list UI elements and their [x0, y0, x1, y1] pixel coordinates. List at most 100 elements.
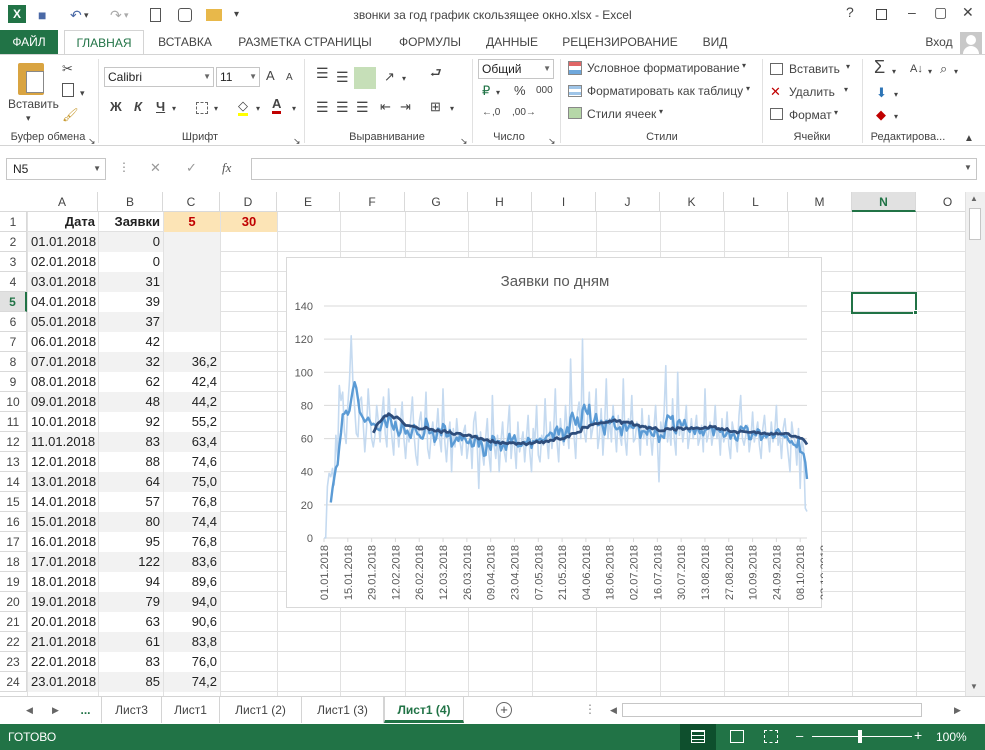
delete-cells-button[interactable]: Удалить	[789, 85, 835, 99]
sheet-tab-list1-2[interactable]: Лист1 (2)	[220, 697, 302, 723]
cell-a22[interactable]: 21.01.2018	[28, 632, 98, 652]
cell-c9[interactable]: 42,4	[164, 372, 220, 392]
minimize-button[interactable]: –	[908, 4, 916, 20]
cell-c10[interactable]: 44,2	[164, 392, 220, 412]
cancel-entry-icon[interactable]: ✕	[150, 160, 161, 176]
cell-b16[interactable]: 80	[99, 512, 163, 532]
column-header-f[interactable]: F	[340, 192, 405, 212]
cell-c6[interactable]	[164, 312, 220, 332]
column-header-l[interactable]: L	[724, 192, 788, 212]
hscroll-right-icon[interactable]: ▶	[954, 705, 961, 716]
row-header-1[interactable]: 1	[0, 212, 27, 232]
cell-b9[interactable]: 62	[99, 372, 163, 392]
paste-icon[interactable]	[18, 63, 44, 95]
decrease-decimal-icon[interactable]: ,00→	[512, 105, 536, 121]
underline-button[interactable]: Ч	[156, 99, 165, 115]
row-header-15[interactable]: 15	[0, 492, 27, 512]
percent-button[interactable]: %	[514, 83, 526, 99]
row-header-2[interactable]: 2	[0, 232, 27, 252]
cell-b20[interactable]: 79	[99, 592, 163, 612]
align-bottom-icon[interactable]	[354, 67, 376, 89]
cell-a9[interactable]: 08.01.2018	[28, 372, 98, 392]
column-header-k[interactable]: K	[660, 192, 724, 212]
cell-c3[interactable]	[164, 252, 220, 272]
cell-a11[interactable]: 10.01.2018	[28, 412, 98, 432]
cell-b19[interactable]: 94	[99, 572, 163, 592]
row-header-23[interactable]: 23	[0, 652, 27, 672]
name-box[interactable]: N5 ▼	[6, 158, 106, 180]
cell-c19[interactable]: 89,6	[164, 572, 220, 592]
fill-color-dropdown-icon[interactable]: ▾	[256, 101, 260, 117]
cell-a1[interactable]: Дата	[28, 212, 98, 232]
cell-c21[interactable]: 90,6	[164, 612, 220, 632]
fill-handle[interactable]	[913, 310, 918, 315]
fill-color-icon[interactable]: ◇	[238, 99, 248, 116]
row-header-6[interactable]: 6	[0, 312, 27, 332]
cell-c8[interactable]: 36,2	[164, 352, 220, 372]
cell-c2[interactable]	[164, 232, 220, 252]
page-layout-view-button[interactable]	[730, 730, 744, 743]
format-table-dropdown-icon[interactable]: ▾	[746, 84, 750, 93]
insert-cells-button[interactable]: Вставить	[789, 62, 840, 76]
expand-formula-bar-icon[interactable]: ▼	[964, 163, 972, 172]
column-header-n[interactable]: N	[852, 192, 916, 212]
cell-styles-icon[interactable]	[568, 107, 582, 119]
sheet-split-handle[interactable]: ⋮	[584, 702, 596, 716]
merge-dropdown-icon[interactable]: ▾	[450, 101, 454, 117]
row-header-11[interactable]: 11	[0, 412, 27, 432]
cell-b21[interactable]: 63	[99, 612, 163, 632]
column-header-e[interactable]: E	[277, 192, 340, 212]
cell-d1[interactable]: 30	[221, 212, 277, 232]
cell-b24[interactable]: 85	[99, 672, 163, 692]
cell-a8[interactable]: 07.01.2018	[28, 352, 98, 372]
insert-cells-icon[interactable]	[770, 63, 783, 75]
cell-c13[interactable]: 74,6	[164, 452, 220, 472]
add-sheet-button[interactable]: +	[496, 702, 512, 718]
normal-view-button[interactable]	[680, 724, 716, 750]
cell-c22[interactable]: 83,8	[164, 632, 220, 652]
row-header-12[interactable]: 12	[0, 432, 27, 452]
cell-styles-button[interactable]: Стили ячеек	[587, 107, 656, 121]
formula-bar-options-icon[interactable]: ⋮	[118, 160, 130, 174]
tab-home[interactable]: ГЛАВНАЯ	[64, 30, 144, 55]
cell-b15[interactable]: 57	[99, 492, 163, 512]
horizontal-scroll-thumb[interactable]	[622, 703, 922, 717]
row-header-21[interactable]: 21	[0, 612, 27, 632]
paste-button[interactable]: Вставить	[8, 97, 59, 111]
increase-indent-icon[interactable]: ⇥	[400, 99, 411, 115]
cell-a2[interactable]: 01.01.2018	[28, 232, 98, 252]
zoom-slider[interactable]	[812, 736, 912, 737]
cut-icon[interactable]: ✂	[62, 61, 73, 77]
cell-c4[interactable]	[164, 272, 220, 292]
collapse-ribbon-icon[interactable]: ▲	[964, 131, 974, 147]
insert-cells-dropdown-icon[interactable]: ▾	[846, 62, 850, 71]
row-header-17[interactable]: 17	[0, 532, 27, 552]
row-header-7[interactable]: 7	[0, 332, 27, 352]
sheet-tab-list1-3[interactable]: Лист1 (3)	[302, 697, 384, 723]
align-top-icon[interactable]: ☰	[316, 65, 329, 81]
close-button[interactable]: ✕	[962, 4, 974, 21]
zoom-out-button[interactable]: –	[796, 728, 803, 743]
row-header-10[interactable]: 10	[0, 392, 27, 412]
column-header-b[interactable]: B	[98, 192, 163, 212]
cell-a12[interactable]: 11.01.2018	[28, 432, 98, 452]
page-break-view-button[interactable]	[764, 730, 778, 743]
wrap-text-icon[interactable]: ⮐	[430, 65, 442, 81]
orientation-icon[interactable]: ↗	[384, 69, 395, 85]
row-header-19[interactable]: 19	[0, 572, 27, 592]
zoom-in-button[interactable]: +	[914, 727, 922, 743]
cell-a20[interactable]: 19.01.2018	[28, 592, 98, 612]
formula-input[interactable]	[251, 158, 977, 180]
row-header-18[interactable]: 18	[0, 552, 27, 572]
vertical-scrollbar[interactable]: ▲ ▼	[965, 192, 985, 696]
insert-function-icon[interactable]: fx	[222, 160, 231, 176]
zoom-slider-thumb[interactable]	[858, 730, 862, 743]
worksheet-grid[interactable]: ABCDEFGHIJKLMNO 1 2 3 4 5 6 7 8 9 10 11 12 13 14 15 16 1…	[0, 192, 965, 696]
cell-b18[interactable]: 122	[99, 552, 163, 572]
bold-button[interactable]: Ж	[110, 99, 122, 115]
merge-center-icon[interactable]: ⊞	[430, 99, 441, 115]
cell-c7[interactable]	[164, 332, 220, 352]
select-all-button[interactable]	[0, 192, 28, 212]
cell-b6[interactable]: 37	[99, 312, 163, 332]
cell-b2[interactable]: 0	[99, 232, 163, 252]
